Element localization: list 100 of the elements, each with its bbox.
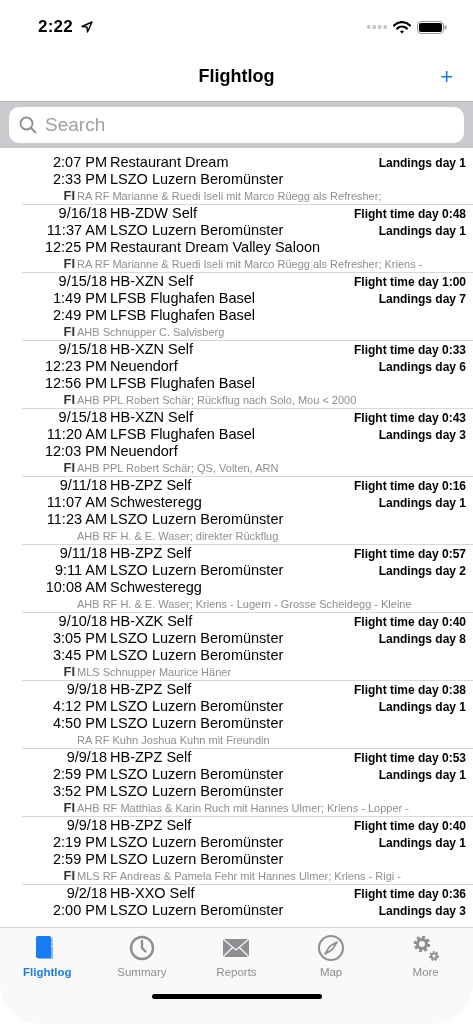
time-label: 11:20 AM <box>45 426 107 443</box>
role-label: FI <box>62 324 75 340</box>
flight-entry[interactable]: 9/9/18 HB-ZPZ Self Flight time day 0:40 2:19 PM LSZO Luzern Beromünster Landings day 1 2:59 PM LSZO Luzern Beromünster FI MLS RF Andreas & Pamela Fehr mit Hannes Ulmer; Kriens - Rigi - <box>22 816 473 884</box>
time-label: 9/15/18 <box>57 273 107 290</box>
time-label: 11:23 AM <box>45 511 107 528</box>
remarks-text: RA RF Kuhn Joshua Kuhn mit Freundin <box>77 733 270 748</box>
remarks-text: RA RF Marianne & Ruedi Iseli mit Marco Rüegg als Refresher; Kriens - <box>77 257 423 272</box>
gears-icon <box>411 934 440 962</box>
departure-label: LSZO Luzern Beromünster <box>110 222 285 239</box>
compass-icon <box>317 934 346 962</box>
time-label: 12:56 PM <box>43 375 107 392</box>
aircraft-label: HB-ZPZ Self <box>110 545 193 562</box>
departure-label: Neuendorf <box>110 358 179 375</box>
aircraft-label: HB-ZPZ Self <box>110 817 193 834</box>
flight-time-label: Flight time day 0:48 <box>353 206 467 223</box>
aircraft-label: HB-XZK Self <box>110 613 194 630</box>
time-label: 2:00 PM <box>52 902 107 919</box>
departure-label: LSZO Luzern Beromünster <box>110 630 285 647</box>
time-label: 2:19 PM <box>52 834 107 851</box>
flight-time-label: Flight time day 0:40 <box>353 614 467 631</box>
arrival-label: LSZO Luzern Beromünster <box>110 647 285 664</box>
remarks-text: MLS Schnupper Maurice Häner <box>77 665 232 680</box>
role-label: FI <box>62 664 75 680</box>
flight-entry[interactable]: 9/11/18 HB-ZPZ Self Flight time day 0:16 11:07 AM Schwesteregg Landings day 1 11:23 AM LSZO Luzern Beromünster AHB RF H. & E. Waser; direkter Rückflug <box>22 476 473 544</box>
remarks-text: AHB RF Matthias & Karin Ruch mit Hannes Ulmer; Kriens - Lopper - <box>77 801 409 816</box>
arrival-label: LSZO Luzern Beromünster <box>110 783 285 800</box>
flight-entry[interactable]: 9/11/18 HB-ZPZ Self Flight time day 0:57 9:11 AM LSZO Luzern Beromünster Landings day 2 10:08 AM Schwesteregg AHB RF H. & E. Waser; Kriens - Lugern - Grosse Scheidegg - Kleine <box>22 544 473 612</box>
flight-time-label: Flight time day 0:33 <box>353 342 467 359</box>
landings-label: Landings day 7 <box>378 291 467 308</box>
signal-icon <box>367 25 387 29</box>
arrival-label: LSZO Luzern Beromünster <box>110 715 285 732</box>
remarks-text: AHB Schnupper C. Salvisberg <box>77 325 225 340</box>
landings-label: Landings day 3 <box>378 903 467 920</box>
time-label: 11:07 AM <box>45 494 107 511</box>
flight-entry[interactable]: 9/9/18 HB-ZPZ Self Flight time day 0:53 2:59 PM LSZO Luzern Beromünster Landings day 1 3:52 PM LSZO Luzern Beromünster FIAHB RF Matthias & Karin Ruch mit Hannes Ulmer; Kriens - Lopper - <box>22 748 473 816</box>
time-label: 9/15/18 <box>57 341 107 358</box>
departure-label: LSZO Luzern Beromünster <box>110 698 285 715</box>
aircraft-label: HB-XXO Self <box>110 885 196 902</box>
flight-entry[interactable]: 9/15/18 HB-XZN Self Flight time day 1:00 1:49 PM LFSB Flughafen Basel Landings day 7 2:49 PM LFSB Flughafen Basel FIAHB Schnupper C. Salvisberg <box>22 272 473 340</box>
time-label: 4:50 PM <box>52 715 107 732</box>
time-label: 9:11 AM <box>53 562 107 579</box>
time-label: 9/16/18 <box>57 205 107 222</box>
aircraft-label: HB-ZDW Self <box>110 205 198 222</box>
departure-label: LFSB Flughafen Basel <box>110 426 257 443</box>
flight-time-label: Flight time day 0:43 <box>353 410 467 427</box>
role-label: FI <box>62 392 75 408</box>
search-field[interactable]: Search <box>9 107 464 143</box>
time-label: 2:59 PM <box>52 766 107 783</box>
landings-label: Landings day 1 <box>378 223 467 240</box>
role-label: FI <box>62 256 75 272</box>
landings-label: Landings day 8 <box>378 631 467 648</box>
departure-label: LSZO Luzern Beromünster <box>110 766 285 783</box>
time-label: 9/9/18 <box>65 681 107 698</box>
flight-time-label: Flight time day 0:36 <box>353 886 467 903</box>
time-label: 2:59 PM <box>52 851 107 868</box>
time-label: 3:52 PM <box>52 783 107 800</box>
role-label: FI <box>62 800 75 816</box>
landings-label: Landings day 1 <box>378 155 467 172</box>
departure-label: LSZO Luzern Beromünster <box>110 902 285 919</box>
flight-time-label: Flight time day 0:16 <box>353 478 467 495</box>
time-label: 2:33 PM <box>52 171 107 188</box>
flight-entry[interactable]: 2:07 PM Restaurant Dream Landings day 1 2:33 PM LSZO Luzern Beromünster FI RA RF Marianne & Ruedi Iseli mit Marco Rüegg als Refresher; <box>22 154 473 204</box>
role-label: FI <box>62 460 75 476</box>
time-label: 3:45 PM <box>52 647 107 664</box>
arrival-label: LSZO Luzern Beromünster <box>110 851 285 868</box>
arrival-label: Neuendorf <box>110 443 179 460</box>
status-time: 2:22 <box>38 17 73 37</box>
tab-button[interactable]: Flightlog <box>7 932 88 980</box>
remarks-text: AHB PPL Robert Schär; Rückflug nach Solo, Mou < 2000 <box>77 393 357 408</box>
flight-entry[interactable]: 9/10/18 HB-XZK Self Flight time day 0:40 3:05 PM LSZO Luzern Beromünster Landings day 8 3:45 PM LSZO Luzern Beromünster FI MLS Schnupper Maurice Häner <box>22 612 473 680</box>
landings-label: Landings day 6 <box>378 359 467 376</box>
time-label: 9/15/18 <box>57 409 107 426</box>
flight-time-label: Flight time day 0:38 <box>353 682 467 699</box>
flight-entry[interactable]: 9/15/18 HB-XZN Self Flight time day 0:33 12:23 PM Neuendorf Landings day 6 12:56 PM LFSB Flughafen Basel FIAHB PPL Robert Schär; Rückflug nach Solo, Mou < 2000 <box>22 340 473 408</box>
role-label: FI <box>62 188 75 204</box>
battery-icon <box>417 20 447 34</box>
departure-label: LSZO Luzern Beromünster <box>110 834 285 851</box>
time-label: 4:12 PM <box>52 698 107 715</box>
landings-label: Landings day 1 <box>378 495 467 512</box>
flight-entry[interactable]: 9/16/18 HB-ZDW Self Flight time day 0:48 11:37 AM LSZO Luzern Beromünster Landings day 1 12:25 PM Restaurant Dream Valley Saloon FI RA RF Marianne & Ruedi Iseli mit Marco Rüegg als Refresher; Kriens - <box>22 204 473 272</box>
departure-label: LSZO Luzern Beromünster <box>110 562 285 579</box>
flight-time-label: Flight time day 0:40 <box>353 818 467 835</box>
aircraft-label: HB-ZPZ Self <box>110 749 193 766</box>
time-label: 2:49 PM <box>52 307 107 324</box>
add-button[interactable]: + <box>434 65 459 88</box>
arrival-label: Restaurant Dream Valley Saloon <box>110 239 322 256</box>
wifi-icon <box>393 20 411 34</box>
clock-icon <box>127 934 156 962</box>
aircraft-label: HB-ZPZ Self <box>110 477 193 494</box>
flight-entry[interactable]: 9/15/18 HB-XZN Self Flight time day 0:43 11:20 AM LFSB Flughafen Basel Landings day 3 12:03 PM Neuendorf FIAHB PPL Robert Schär; QS, Volten, ARN <box>22 408 473 476</box>
flight-entry[interactable]: 9/9/18 HB-ZPZ Self Flight time day 0:38 4:12 PM LSZO Luzern Beromünster Landings day 1 4:50 PM LSZO Luzern Beromünster RA RF Kuhn Joshua Kuhn mit Freundin <box>22 680 473 748</box>
remarks-text: RA RF Marianne & Ruedi Iseli mit Marco Rüegg als Refresher; <box>77 189 382 204</box>
flight-entry[interactable]: 9/2/18 HB-XXO Self Flight time day 0:36 2:00 PM LSZO Luzern Beromünster Landings day 3 <box>22 884 473 919</box>
time-label: 11:37 AM <box>45 222 107 239</box>
departure-label: Schwesteregg <box>110 494 203 511</box>
time-label: 12:25 PM <box>43 239 107 256</box>
aircraft-label: HB-ZPZ Self <box>110 681 193 698</box>
time-label: 12:03 PM <box>43 443 107 460</box>
location-arrow-icon <box>80 21 93 33</box>
landings-label: Landings day 1 <box>378 767 467 784</box>
